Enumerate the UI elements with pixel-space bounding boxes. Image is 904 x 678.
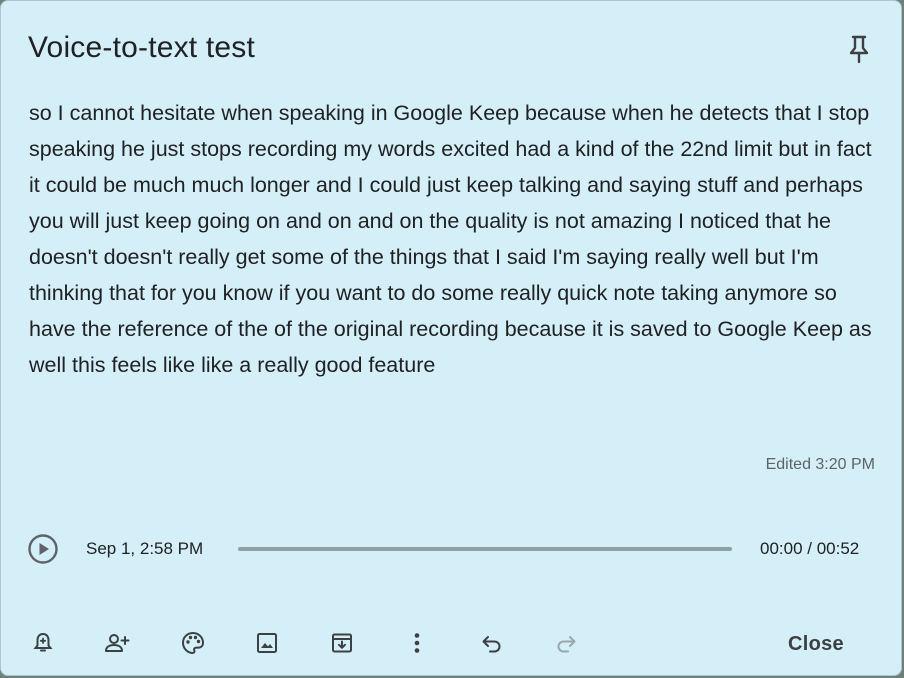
audio-time: 00:00 / 00:52 [760, 539, 860, 558]
redo-icon[interactable] [550, 625, 582, 661]
audio-date: Sep 1, 2:58 PM [86, 539, 204, 558]
note-title[interactable]: Voice-to-text test [28, 31, 255, 65]
note-body[interactable]: so I cannot hesitate when speaking in Go… [29, 95, 884, 383]
pin-icon[interactable] [844, 31, 874, 67]
audio-progress-bar[interactable] [238, 547, 732, 551]
palette-icon[interactable] [177, 625, 209, 661]
image-icon[interactable] [251, 625, 283, 661]
archive-icon[interactable] [326, 625, 358, 661]
undo-icon[interactable] [476, 625, 508, 661]
note-dialog: Voice-to-text test so I cannot hesitate … [0, 0, 902, 676]
more-vert-icon[interactable] [401, 625, 433, 661]
note-toolbar: Close [1, 621, 901, 667]
audio-recording: Sep 1, 2:58 PM 00:00 / 00:52 [27, 531, 877, 567]
close-button[interactable]: Close [771, 629, 861, 659]
collaborator-icon[interactable] [101, 625, 133, 661]
play-icon[interactable] [27, 533, 59, 565]
edited-timestamp: Edited 3:20 PM [765, 456, 875, 473]
reminder-bell-icon[interactable] [27, 625, 59, 661]
